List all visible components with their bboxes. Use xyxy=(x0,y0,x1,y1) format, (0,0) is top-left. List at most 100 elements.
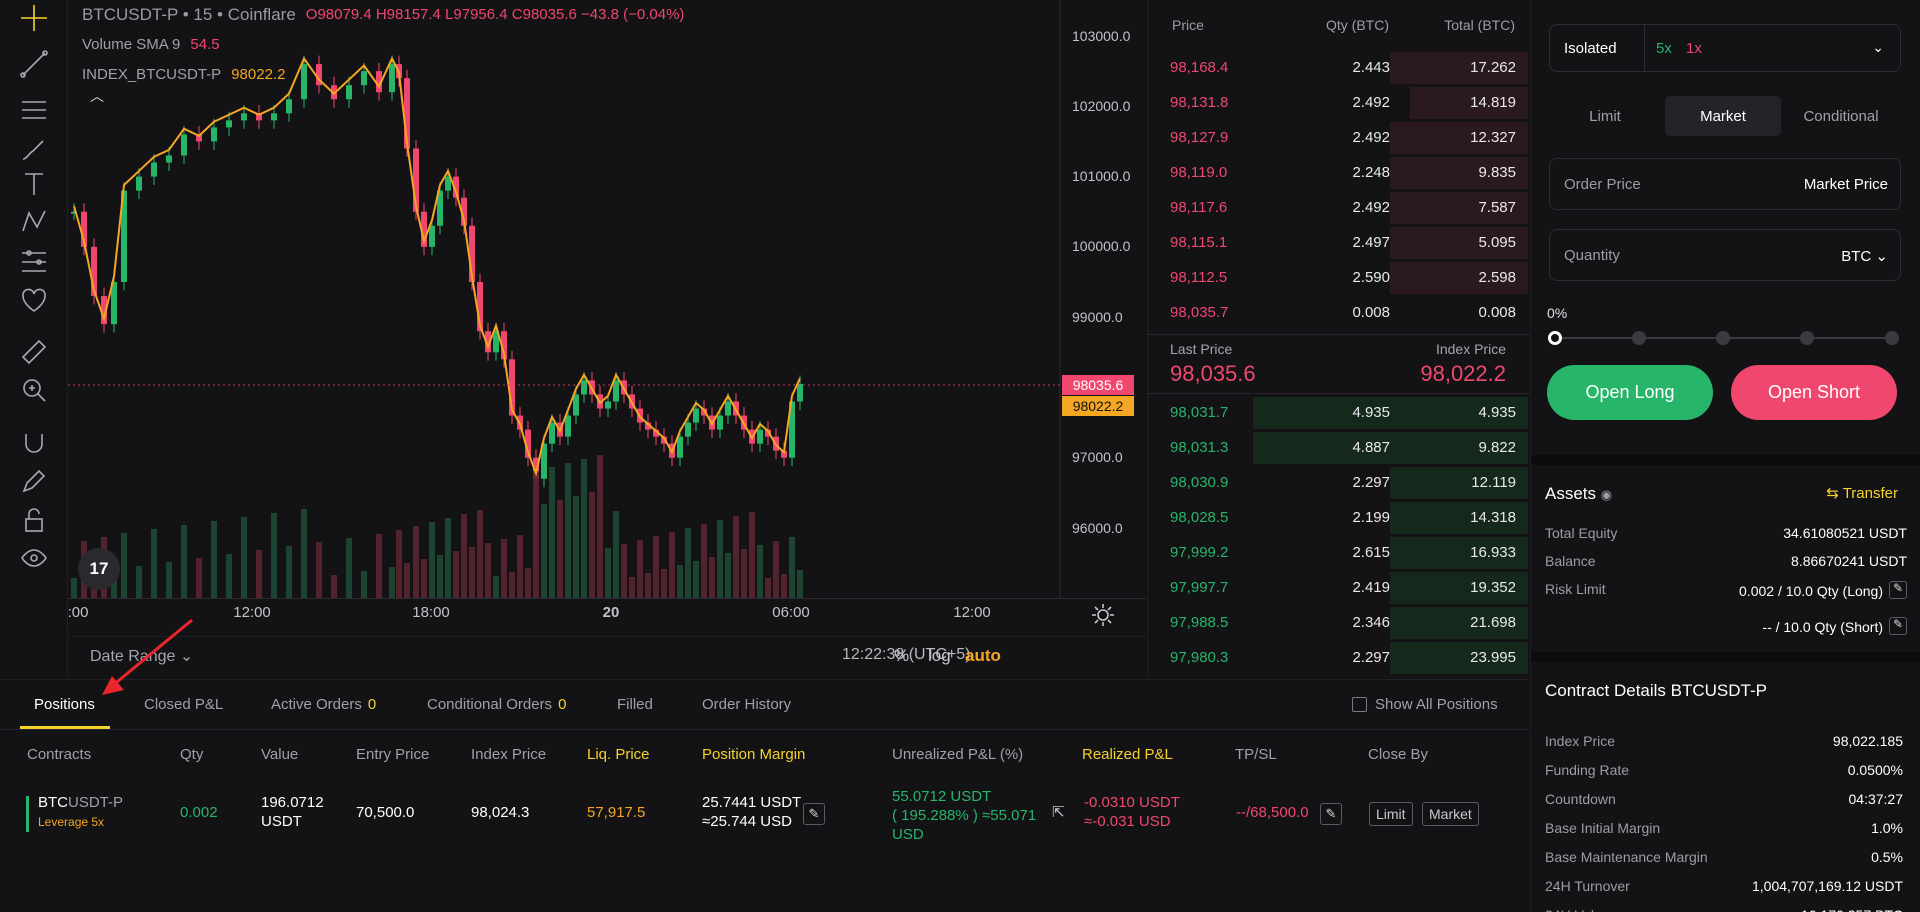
lock-icon[interactable] xyxy=(16,502,52,538)
edit-tpsl-icon[interactable]: ✎ xyxy=(1320,803,1342,825)
book-qty: 2.346 xyxy=(1352,614,1390,631)
auto-scale-button[interactable]: auto xyxy=(965,646,1001,666)
index-price-value: 98,022.2 xyxy=(1420,361,1506,386)
leverage-long[interactable]: 5x xyxy=(1656,40,1672,57)
chevron-down-icon[interactable]: ⌄ xyxy=(1872,39,1884,56)
book-price: 98,028.5 xyxy=(1170,509,1229,526)
bid-row[interactable]: 97,980.3 2.297 23.995 xyxy=(1148,640,1530,674)
quantity-slider[interactable] xyxy=(1548,331,1899,345)
ask-row[interactable]: 98,119.0 2.248 9.835 xyxy=(1148,155,1530,189)
price-chart[interactable]: BTCUSDT-P • 15 • Coinflare O98079.4 H9815… xyxy=(68,0,1146,678)
column-header[interactable]: Close By xyxy=(1368,746,1428,763)
column-header[interactable]: TP/SL xyxy=(1235,746,1277,763)
chart-settings-icon[interactable] xyxy=(1090,602,1116,628)
horizontal-lines-icon[interactable] xyxy=(16,92,52,128)
text-icon[interactable] xyxy=(16,166,52,202)
bid-row[interactable]: 98,031.3 4.887 9.822 xyxy=(1148,430,1530,464)
ask-row[interactable]: 98,131.8 2.492 14.819 xyxy=(1148,85,1530,119)
open-long-button[interactable]: Open Long xyxy=(1547,365,1713,420)
book-total: 19.352 xyxy=(1470,579,1516,596)
quantity-unit-dropdown[interactable]: BTC ⌄ xyxy=(1841,247,1888,265)
percent-scale-button[interactable]: % xyxy=(894,646,909,666)
candle-body xyxy=(136,176,142,191)
column-header[interactable]: Value xyxy=(261,746,298,763)
bid-row[interactable]: 98,031.7 4.935 4.935 xyxy=(1148,395,1530,429)
tab-market[interactable]: Market xyxy=(1665,96,1781,136)
column-header[interactable]: Entry Price xyxy=(356,746,429,763)
volume-bar xyxy=(121,533,127,598)
crosshair-icon[interactable] xyxy=(16,0,52,36)
margin-mode[interactable]: Isolated xyxy=(1564,40,1617,57)
tab-limit[interactable]: Limit xyxy=(1547,96,1663,136)
magnet-icon[interactable] xyxy=(16,425,52,461)
quantity-field[interactable]: Quantity BTC ⌄ xyxy=(1549,229,1901,281)
bid-row[interactable]: 97,999.2 2.615 16.933 xyxy=(1148,535,1530,569)
ask-row[interactable]: 98,035.7 0.008 0.008 xyxy=(1148,295,1530,329)
heart-icon[interactable] xyxy=(16,283,52,319)
book-price: 98,035.7 xyxy=(1170,304,1229,321)
ruler-icon[interactable] xyxy=(16,334,52,370)
margin-mode-selector[interactable]: Isolated 5x 1x ⌄ xyxy=(1549,24,1901,72)
tab-conditional-orders[interactable]: Conditional Orders 0 xyxy=(427,696,566,713)
transfer-button[interactable]: ⇆ Transfer xyxy=(1826,484,1898,502)
edit-risk-limit-icon[interactable] xyxy=(1889,581,1907,599)
column-header[interactable]: Liq. Price xyxy=(587,746,650,763)
candle-body xyxy=(241,113,247,121)
volume-bar xyxy=(361,571,367,598)
slider-step[interactable] xyxy=(1716,331,1730,345)
slider-step[interactable] xyxy=(1632,331,1646,345)
column-header[interactable]: Qty xyxy=(180,746,203,763)
collapse-legend-icon[interactable]: ︿ xyxy=(90,86,104,106)
brush-icon[interactable] xyxy=(16,132,52,168)
slider-step[interactable] xyxy=(1800,331,1814,345)
edit-margin-icon[interactable]: ✎ xyxy=(803,803,825,825)
log-scale-button[interactable]: log xyxy=(928,646,951,666)
slider-handle[interactable] xyxy=(1548,331,1562,345)
leverage-short[interactable]: 1x xyxy=(1686,40,1702,57)
close-market-button[interactable]: Market xyxy=(1422,802,1479,826)
ask-row[interactable]: 98,117.6 2.492 7.587 xyxy=(1148,190,1530,224)
zoom-icon[interactable] xyxy=(16,372,52,408)
bid-row[interactable]: 98,028.5 2.199 14.318 xyxy=(1148,500,1530,534)
bid-row[interactable]: 97,997.7 2.419 19.352 xyxy=(1148,570,1530,604)
order-price-field[interactable]: Order Price Market Price xyxy=(1549,158,1901,210)
share-icon[interactable]: ⇱ xyxy=(1052,803,1065,822)
eye-icon[interactable] xyxy=(16,540,52,576)
slider-step[interactable] xyxy=(1885,331,1899,345)
ask-row[interactable]: 98,127.9 2.492 12.327 xyxy=(1148,120,1530,154)
tab-order-history[interactable]: Order History xyxy=(702,696,791,713)
eye-icon[interactable]: ◉ xyxy=(1601,487,1612,502)
contract-cell[interactable]: BTCUSDT-P Leverage 5x xyxy=(38,793,123,832)
column-header[interactable]: Realized P&L xyxy=(1082,746,1173,763)
column-header[interactable]: Index Price xyxy=(471,746,546,763)
pencil-lock-icon[interactable] xyxy=(16,463,52,499)
tradingview-logo[interactable]: 17 xyxy=(78,548,120,590)
ask-row[interactable]: 98,168.4 2.443 17.262 xyxy=(1148,50,1530,84)
edit-risk-limit-icon[interactable] xyxy=(1889,617,1907,635)
tab-active-orders[interactable]: Active Orders 0 xyxy=(271,696,376,713)
tab-closed-p-l[interactable]: Closed P&L xyxy=(144,696,223,713)
ask-row[interactable]: 98,112.5 2.590 2.598 xyxy=(1148,260,1530,294)
checkbox[interactable] xyxy=(1352,697,1367,712)
date-range-dropdown[interactable]: Date Range ⌄ xyxy=(90,646,193,666)
candle-body xyxy=(226,120,232,128)
pattern-icon[interactable] xyxy=(16,204,52,240)
tab-conditional[interactable]: Conditional xyxy=(1783,96,1899,136)
column-header[interactable]: Unrealized P&L (%) xyxy=(892,746,1023,763)
open-short-button[interactable]: Open Short xyxy=(1731,365,1897,420)
volume-bar xyxy=(693,561,699,598)
active-tab-indicator xyxy=(20,726,110,729)
book-qty: 2.297 xyxy=(1352,649,1390,666)
close-limit-button[interactable]: Limit xyxy=(1369,802,1413,826)
tab-filled[interactable]: Filled xyxy=(617,696,653,713)
column-header[interactable]: Contracts xyxy=(27,746,91,763)
bid-row[interactable]: 97,988.5 2.346 21.698 xyxy=(1148,605,1530,639)
show-all-positions-toggle[interactable]: Show All Positions xyxy=(1352,696,1498,713)
volume-bar xyxy=(741,549,747,598)
ask-row[interactable]: 98,115.1 2.497 5.095 xyxy=(1148,225,1530,259)
column-header[interactable]: Position Margin xyxy=(702,746,805,763)
tab-positions[interactable]: Positions xyxy=(34,696,95,713)
bid-row[interactable]: 98,030.9 2.297 12.119 xyxy=(1148,465,1530,499)
fib-icon[interactable] xyxy=(16,244,52,280)
trend-line-icon[interactable] xyxy=(16,46,52,82)
